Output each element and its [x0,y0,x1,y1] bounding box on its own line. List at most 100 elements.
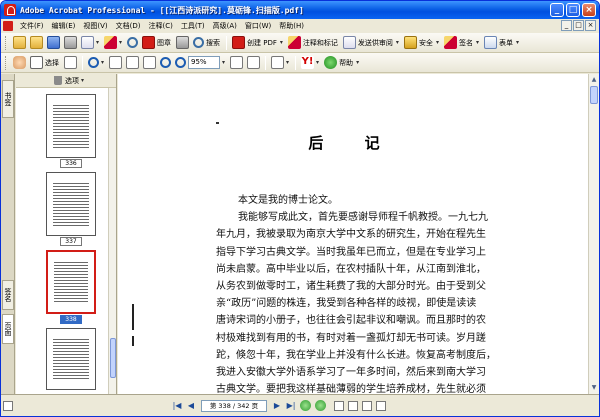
doc-restore-button[interactable]: □ [573,20,584,31]
thumbnails-scroll-thumb[interactable] [110,338,116,378]
page-layout-icon[interactable] [3,400,13,411]
secure-button[interactable]: 安全 [419,38,433,48]
document-icon[interactable] [3,21,13,31]
hand-tool-icon[interactable] [13,56,26,69]
thumbnail-page-selected[interactable] [46,250,96,314]
rotate-icon[interactable] [271,56,285,69]
email-dropdown[interactable]: ▾ [96,39,99,46]
tab-bookmarks[interactable]: 书签 [2,80,14,118]
actual-size-icon[interactable] [109,56,123,69]
send-review-button[interactable]: 发送供审阅 [358,38,393,48]
last-page-button[interactable]: ▶| [285,400,297,412]
thumbnail-label-selected[interactable]: 338 [60,315,82,324]
rotate-dropdown[interactable]: ▾ [286,59,289,66]
continuous-icon[interactable] [247,56,261,69]
organizer-icon[interactable] [30,36,43,49]
next-page-button[interactable]: ▶ [271,400,283,412]
fit-width-icon[interactable] [143,56,157,69]
create-pdf-dropdown[interactable]: ▾ [280,39,283,46]
sign-dropdown[interactable]: ▾ [476,39,479,46]
page-number-field[interactable]: 第 338 / 342 页 [201,399,267,412]
single-page-icon[interactable] [230,56,244,69]
select-tool-button[interactable]: 选择 [45,58,59,68]
save-icon[interactable] [47,36,60,49]
secure-dropdown[interactable]: ▾ [436,39,439,46]
help-dropdown[interactable]: ▾ [356,59,359,66]
forms-icon[interactable] [483,36,497,49]
zoom-input[interactable]: 95% [188,56,221,69]
single-page-layout-icon[interactable] [334,400,344,411]
next-view-icon[interactable] [315,400,326,411]
menu-help[interactable]: 帮助(H) [275,21,308,31]
zoom-icon[interactable] [88,57,99,68]
menu-edit[interactable]: 编辑(E) [48,21,80,31]
toolbar-grip[interactable] [5,55,8,70]
zoom-tool-dropdown[interactable]: ▾ [101,59,104,66]
review-markup-button[interactable]: 注释和标记 [303,38,338,48]
previous-page-button[interactable]: ◀ [185,400,197,412]
maximize-button[interactable]: □ [566,3,580,17]
secure-icon[interactable] [403,36,417,49]
tab-pages[interactable]: 页面 [2,314,14,344]
create-pdf-button[interactable]: 创建 PDF [247,38,277,48]
snapshot-icon[interactable] [64,56,77,69]
create-pdf-icon[interactable] [232,36,246,49]
menu-window[interactable]: 窗口(W) [241,21,275,31]
stamp-label[interactable]: 图章 [157,38,171,48]
thumbnails-scrollbar[interactable] [108,88,116,394]
help-button[interactable]: 帮助 [339,58,353,68]
thumbnail-label[interactable]: 337 [60,237,82,246]
print-button-icon[interactable] [176,36,190,49]
attach-dropdown[interactable]: ▾ [119,39,122,46]
menu-advanced[interactable]: 高级(A) [209,21,241,31]
yahoo-dropdown[interactable]: ▾ [316,59,319,66]
attach-icon[interactable] [104,36,118,49]
doc-minimize-button[interactable]: _ [561,20,572,31]
close-button[interactable]: × [582,3,596,17]
search-button[interactable]: 搜索 [206,38,220,48]
send-review-icon[interactable] [342,36,356,49]
thumbnail-page[interactable] [46,328,96,390]
open-icon[interactable] [13,36,26,49]
email-icon[interactable] [81,36,94,49]
forms-dropdown[interactable]: ▾ [516,39,519,46]
menu-comments[interactable]: 注释(C) [145,21,177,31]
document-scroll-thumb[interactable] [590,86,598,104]
trash-icon[interactable] [54,76,62,85]
tab-signatures[interactable]: 签名 [2,280,14,310]
thumbnail-page[interactable] [46,172,96,236]
print-icon[interactable] [64,36,77,49]
find-icon[interactable] [127,37,139,48]
stamp-icon[interactable] [142,36,156,49]
forms-button[interactable]: 表单 [499,38,513,48]
yahoo-icon[interactable]: Y! [301,56,315,69]
scroll-down-arrow[interactable]: ▼ [590,383,598,392]
continuous-layout-icon[interactable] [348,400,358,411]
scroll-up-arrow[interactable]: ▲ [590,75,598,84]
facing-layout-icon[interactable] [362,400,372,411]
options-dropdown[interactable]: ▾ [81,77,84,84]
toolbar-grip[interactable] [5,35,8,50]
zoom-in-icon[interactable] [175,57,187,68]
sign-button[interactable]: 签名 [459,38,473,48]
menu-view[interactable]: 视图(V) [79,21,111,31]
sign-icon[interactable] [443,36,457,49]
zoom-dropdown[interactable]: ▾ [222,59,225,66]
menu-file[interactable]: 文件(F) [16,21,48,31]
fit-page-icon[interactable] [126,56,140,69]
thumbnail-label[interactable]: 336 [60,159,82,168]
thumbnail-page[interactable] [46,94,96,158]
zoom-out-icon[interactable] [160,57,172,68]
help-icon[interactable] [324,56,338,69]
options-menu[interactable]: 选项 [65,76,79,86]
first-page-button[interactable]: |◀ [171,400,183,412]
previous-view-icon[interactable] [300,400,311,411]
minimize-button[interactable]: _ [550,3,564,17]
document-scrollbar[interactable]: ▲ ▼ [588,74,599,394]
review-markup-icon[interactable] [287,36,301,49]
search-icon[interactable] [193,37,205,48]
continuous-facing-layout-icon[interactable] [376,400,386,411]
menu-document[interactable]: 文档(D) [112,21,145,31]
document-view[interactable]: 后 记 本文是我的博士论文。 我能够写成此文，首先要感谢导师程千帆教授。一九七九… [118,74,588,394]
doc-close-button[interactable]: × [585,20,596,31]
